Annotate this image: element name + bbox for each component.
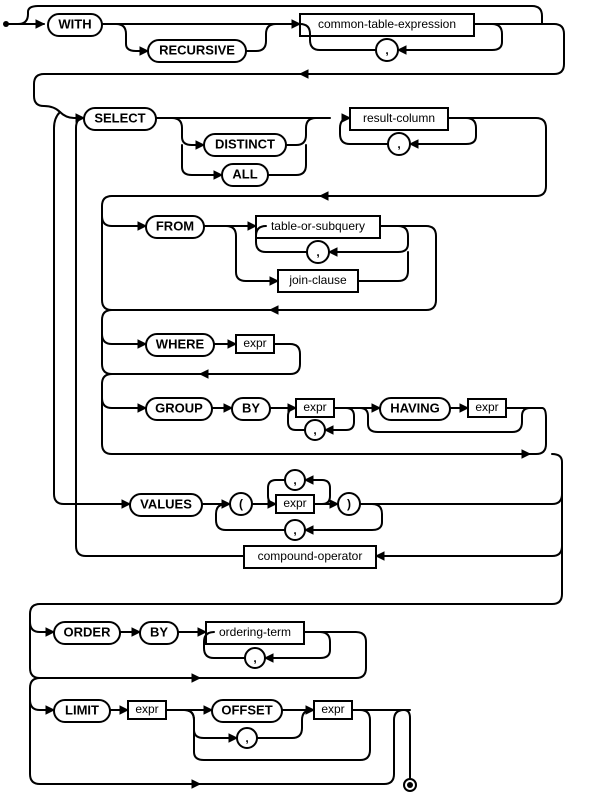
limit-comma: , [237, 728, 257, 748]
select-row: SELECT DISTINCT ALL result-column , [44, 106, 546, 226]
having-keyword: HAVING [380, 398, 450, 420]
values-inner-comma: , [285, 470, 305, 490]
where-expr-rule: expr [236, 335, 274, 353]
cte-comma: , [376, 39, 398, 61]
table-or-subquery-comma: , [307, 241, 329, 263]
group-by-keyword: BY [232, 398, 270, 420]
common-table-expression-rule: common-table-expression [300, 14, 474, 36]
values-lparen: ( [230, 493, 252, 515]
group-keyword: GROUP [146, 398, 212, 420]
having-expr-rule: expr [468, 399, 506, 417]
group-by-expr-rule: expr [296, 399, 334, 417]
all-keyword: ALL [222, 164, 268, 186]
values-outer-comma: , [285, 520, 305, 540]
select-stmt-railroad-diagram: WITH RECURSIVE common-table-expression , [0, 0, 592, 796]
with-keyword: WITH [48, 14, 102, 36]
where-row: WHERE expr [102, 310, 300, 378]
values-rparen: ) [338, 493, 360, 515]
result-column-comma: , [388, 133, 410, 155]
result-column-rule: result-column [350, 108, 448, 130]
values-keyword: VALUES [130, 494, 202, 516]
order-by-keyword: BY [140, 622, 178, 644]
order-by-row: ORDER BY ordering-term , [30, 622, 366, 682]
offset-keyword: OFFSET [212, 700, 282, 722]
group-by-row: GROUP BY expr , HAVING ex [102, 374, 546, 458]
group-by-comma: , [305, 420, 325, 440]
offset-expr-rule: expr [314, 701, 352, 719]
with-clause-row: WITH RECURSIVE common-table-expression , [3, 6, 564, 106]
values-expr-rule: expr [276, 495, 314, 513]
table-or-subquery-rule: table-or-subquery [256, 216, 380, 238]
limit-keyword: LIMIT [54, 700, 110, 722]
ordering-term-comma: , [245, 648, 265, 668]
from-keyword: FROM [146, 216, 204, 238]
select-keyword: SELECT [84, 108, 156, 130]
ordering-term-rule: ordering-term [206, 622, 304, 644]
compound-operator-rule: compound-operator [244, 546, 376, 568]
limit-row: LIMIT expr OFFSET expr , [30, 678, 416, 791]
distinct-keyword: DISTINCT [204, 134, 286, 156]
values-row: VALUES ( expr , ) , [54, 112, 562, 540]
recursive-keyword: RECURSIVE [148, 40, 246, 62]
from-row: FROM table-or-subquery , join-clause [102, 216, 436, 314]
join-clause-rule: join-clause [278, 270, 358, 292]
limit-expr-rule: expr [128, 701, 166, 719]
where-keyword: WHERE [146, 334, 214, 356]
order-keyword: ORDER [54, 622, 120, 644]
